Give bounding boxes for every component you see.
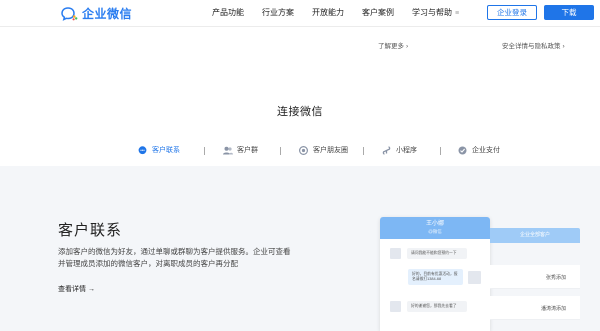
tab-divider bbox=[363, 147, 364, 155]
chevron-right-icon: › bbox=[562, 43, 565, 50]
list-item-label: 张秀添加 bbox=[545, 275, 566, 281]
nav-item-products[interactable]: 产品功能 bbox=[212, 7, 244, 20]
feature-description: 添加客户的微信为好友，通过单聊或群聊为客户提供服务。企业可查看 并管理成员添加的… bbox=[58, 246, 338, 270]
menu-icon: ≡ bbox=[455, 10, 460, 17]
section-title: 连接微信 bbox=[277, 106, 323, 118]
feature-description-line: 并管理成员添加的微信客户，对离职成员的客户再分配 bbox=[58, 259, 238, 268]
tab-customer-moments[interactable]: 客户朋友圈 bbox=[298, 145, 348, 155]
nav-item-learning[interactable]: 学习与帮助 ≡ bbox=[412, 7, 459, 20]
top-nav-bar: 企业微信 产品功能 行业方案 开放能力 客户案例 学习与帮助 ≡ 企业登录 下载 bbox=[0, 0, 600, 27]
logo-text: 企业微信 bbox=[82, 7, 133, 21]
message-bubble: 好的，目前有优惠活动，报名请拨打1384-68 bbox=[408, 269, 463, 285]
chat-header: 王小娜 @微信 bbox=[380, 217, 490, 239]
message-bubble: 请问我能不能和您预约一下 bbox=[407, 248, 467, 259]
pay-icon bbox=[458, 146, 467, 155]
group-icon bbox=[223, 146, 233, 155]
avatar bbox=[468, 270, 481, 284]
feature-tabs: 客户联系 客户群 客户朋友圈 小程序 企业支付 bbox=[138, 145, 508, 157]
enterprise-login-button[interactable]: 企业登录 bbox=[487, 5, 537, 20]
nav-item-industry[interactable]: 行业方案 bbox=[262, 7, 294, 20]
list-item-label: 潘涛涛添加 bbox=[540, 306, 566, 312]
tab-label: 客户朋友圈 bbox=[313, 147, 348, 154]
chat-mockup: 王小娜 @微信 请问我能不能和您预约一下 好的，目前有优惠活动，报名请拨打138… bbox=[380, 217, 490, 331]
tab-divider bbox=[280, 147, 281, 155]
chat-message: 好的，目前有优惠活动，报名请拨打1384-68 bbox=[408, 269, 481, 285]
list-item: 张秀添加 bbox=[490, 265, 580, 289]
tab-divider bbox=[440, 147, 441, 155]
view-details-link[interactable]: 查看详情 → bbox=[58, 284, 95, 294]
chat-message: 请问我能不能和您预约一下 bbox=[390, 248, 467, 259]
contact-name: 王小娜 bbox=[425, 221, 444, 227]
customer-list-header: 企业全部客户 bbox=[490, 228, 580, 243]
list-item: 潘涛涛添加 bbox=[490, 296, 580, 320]
message-bubble: 好的谢谢您，那我先去看了 bbox=[407, 301, 467, 312]
avatar bbox=[390, 248, 401, 259]
tab-label: 企业支付 bbox=[472, 147, 500, 154]
avatar bbox=[390, 301, 401, 312]
chat-bubble-icon bbox=[138, 145, 147, 155]
wecom-logo-icon bbox=[61, 6, 78, 21]
contact-status: @微信 bbox=[428, 229, 442, 234]
security-privacy-label: 安全详情与隐私政策 bbox=[502, 43, 561, 50]
feature-description-line: 添加客户的微信为好友，通过单聊或群聊为客户提供服务。企业可查看 bbox=[58, 247, 291, 256]
mini-program-icon bbox=[382, 145, 391, 155]
chat-message: 好的谢谢您，那我先去看了 bbox=[390, 301, 467, 312]
nav-item-cases[interactable]: 客户案例 bbox=[362, 7, 394, 20]
tab-label: 客户联系 bbox=[152, 147, 180, 154]
download-button[interactable]: 下载 bbox=[544, 5, 594, 20]
tab-label: 客户群 bbox=[237, 147, 258, 154]
tab-mini-program[interactable]: 小程序 bbox=[382, 145, 417, 155]
tab-customer-contact[interactable]: 客户联系 bbox=[138, 145, 180, 155]
chevron-right-icon: › bbox=[406, 43, 409, 50]
security-privacy-link[interactable]: 安全详情与隐私政策 › bbox=[502, 40, 565, 50]
tab-label: 小程序 bbox=[396, 147, 417, 154]
tab-customer-group[interactable]: 客户群 bbox=[223, 145, 258, 155]
feature-title: 客户联系 bbox=[58, 222, 123, 239]
logo[interactable]: 企业微信 bbox=[61, 5, 132, 22]
nav-item-open-platform[interactable]: 开放能力 bbox=[312, 7, 344, 20]
nav-item-learning-label: 学习与帮助 bbox=[412, 8, 452, 17]
customer-list-panel: 企业全部客户 张秀添加 潘涛涛添加 bbox=[490, 228, 580, 331]
tab-enterprise-pay[interactable]: 企业支付 bbox=[458, 145, 500, 155]
moments-icon bbox=[298, 145, 309, 155]
tab-divider bbox=[204, 147, 205, 155]
main-nav: 产品功能 行业方案 开放能力 客户案例 学习与帮助 ≡ bbox=[212, 7, 477, 20]
learn-more-label: 了解更多 bbox=[378, 43, 404, 50]
learn-more-link[interactable]: 了解更多 › bbox=[378, 40, 408, 50]
